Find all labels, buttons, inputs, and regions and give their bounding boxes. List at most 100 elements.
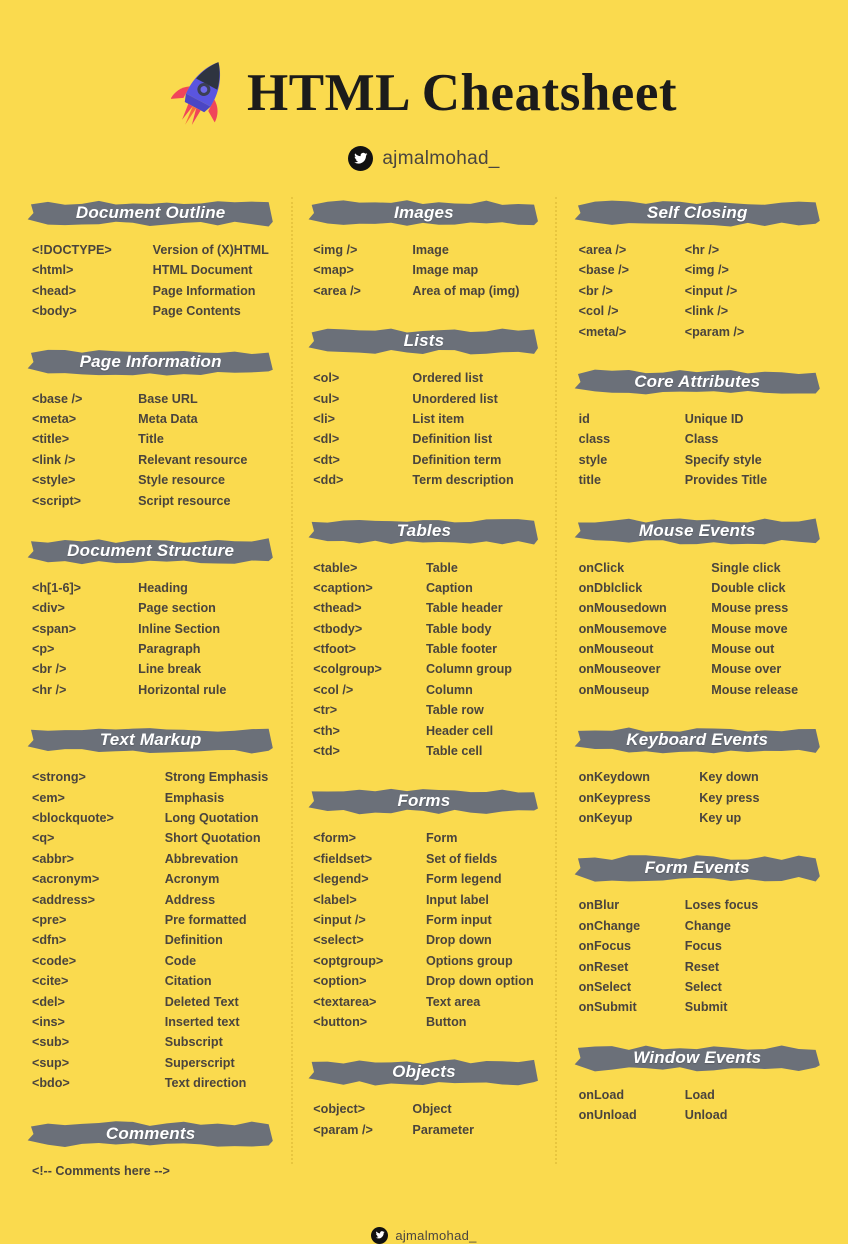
cheatsheet-row: onMouseup Mouse release [579, 680, 820, 700]
section-document-structure: Document Structure <h[1-6]> Heading <div> Pa… [26, 535, 275, 718]
row-tag: <pre> [32, 912, 67, 927]
section-rows: <strong> Strong Emphasis <em> Emphasis <bloc… [26, 765, 275, 1093]
section-rows: <table> Table <caption> Caption <thead> Table… [307, 556, 540, 762]
row-description: Unload [684, 1108, 728, 1123]
row-tag: onMouseup [578, 682, 650, 697]
cheatsheet-row: <title> Title [32, 429, 273, 449]
row-description: Single click [711, 560, 781, 575]
cheatsheet-row: <td> Table cell [313, 741, 538, 761]
cheatsheet-row: <base /> Base URL [32, 389, 273, 409]
section-banner: Images [307, 197, 540, 229]
cheatsheet-row: <ol> Ordered list [313, 368, 538, 388]
cheatsheet-row: <colgroup> Column group [313, 659, 538, 679]
section-rows: onClick Single click onDblclick Double clic… [573, 556, 822, 701]
row-description: Set of fields [425, 851, 498, 866]
row-description: Change [684, 918, 731, 933]
cheatsheet-row: onKeyup Key up [579, 808, 820, 828]
section-tables: Tables <table> Table <caption> Caption <thead… [307, 515, 540, 780]
twitter-handle: ajmalmohad_ [382, 147, 500, 169]
row-tag: onMouseout [578, 642, 654, 657]
cheatsheet-row: onClick Single click [579, 558, 820, 578]
row-description: Base URL [138, 391, 198, 406]
row-description: Object [412, 1102, 452, 1117]
row-description: Key up [699, 811, 742, 826]
row-description: Address [164, 892, 216, 907]
cheatsheet-row: <script> Script resource [32, 491, 273, 511]
section-banner: Self Closing [573, 197, 822, 229]
cheatsheet-row: <head> Page Information [32, 281, 273, 301]
row-description: Long Quotation [164, 811, 259, 826]
section-title: Document Outline [75, 203, 226, 222]
cheatsheet-row: <dd> Term description [313, 470, 538, 490]
handle-row[interactable]: ajmalmohad_ [0, 146, 848, 171]
row-description: Text area [425, 994, 481, 1009]
cheatsheet-row: <p> Paragraph [32, 639, 273, 659]
section-banner: Forms [307, 785, 540, 817]
cheatsheet-row: onChange Change [579, 916, 820, 936]
cheatsheet-row: <object> Object [313, 1099, 538, 1119]
section-images: Images <img /> Image <map> Image map <area />… [307, 197, 540, 319]
section-page-information: Page Information <base /> Base URL <meta> Me… [26, 346, 275, 529]
row-description: Line break [138, 662, 202, 677]
row-tag: onMousedown [578, 601, 667, 616]
cheatsheet-row: <cite> Citation [32, 971, 273, 991]
row-tag: style [578, 452, 608, 467]
row-tag: <code> [32, 953, 77, 968]
section-banner: Text Markup [26, 724, 275, 756]
section-banner: Objects [307, 1056, 540, 1088]
row-description: Input label [425, 892, 489, 907]
section-banner: Keyboard Events [573, 724, 822, 756]
cheatsheet-row: onFocus Focus [579, 936, 820, 956]
row-description: Definition list [412, 432, 493, 447]
row-tag: <link /> [32, 452, 76, 467]
row-tag: <table> [313, 560, 358, 575]
row-tag: onReset [578, 959, 629, 974]
row-tag: <hr /> [32, 682, 67, 697]
section-lists: Lists <ol> Ordered list <ul> Unordered list <… [307, 325, 540, 508]
row-description: Mouse press [711, 601, 789, 616]
column-middle: Images <img /> Image <map> Image map <area />… [291, 197, 557, 1165]
cheatsheet-row: <caption> Caption [313, 578, 538, 598]
cheatsheet-row: <li> List item [313, 409, 538, 429]
row-description: Table footer [425, 642, 498, 657]
row-tag: <tbody> [313, 621, 363, 636]
cheatsheet-row: onUnload Unload [579, 1105, 820, 1125]
row-tag: <abbr> [32, 851, 74, 866]
row-description: Double click [711, 580, 786, 595]
section-rows: <area /> <hr /> <base /> <img /> <br /> <inpu… [573, 238, 822, 342]
page-header: HTML Cheatsheet ajmalmohad_ [0, 0, 848, 171]
row-description: Column [425, 682, 473, 697]
cheatsheet-row: onDblclick Double click [579, 578, 820, 598]
cheatsheet-row: <br /> Line break [32, 659, 273, 679]
cheatsheet-row: <code> Code [32, 951, 273, 971]
row-description: Text direction [164, 1076, 247, 1091]
rocket-icon [170, 56, 233, 130]
section-banner: Form Events [573, 852, 822, 884]
row-description: Subscript [164, 1035, 223, 1050]
row-description: Mouse move [711, 621, 788, 636]
row-tag: <style> [32, 473, 76, 488]
footer-handle[interactable]: ajmalmohad_ [0, 1226, 848, 1244]
row-tag: <ul> [313, 391, 340, 406]
row-tag: <th> [313, 723, 340, 738]
cheatsheet-row: <pre> Pre formatted [32, 910, 273, 930]
row-tag: onLoad [578, 1087, 625, 1102]
row-description: Style resource [138, 473, 225, 488]
title-row: HTML Cheatsheet [0, 56, 848, 130]
row-description: Definition [164, 933, 223, 948]
section-title: Keyboard Events [626, 730, 769, 750]
cheatsheet-row: <option> Drop down option [313, 971, 538, 991]
row-tag: <button> [313, 1014, 368, 1029]
row-description: Options group [425, 953, 513, 968]
section-title: Text Markup [99, 730, 202, 750]
cheatsheet-row: <q> Short Quotation [32, 828, 273, 848]
row-description: Code [164, 953, 197, 968]
cheatsheet-row: class Class [579, 429, 820, 449]
section-objects: Objects <object> Object <param /> Parameter [307, 1056, 540, 1158]
cheatsheet-row: <link /> Relevant resource [32, 450, 273, 470]
row-tag: <base /> [578, 263, 630, 278]
